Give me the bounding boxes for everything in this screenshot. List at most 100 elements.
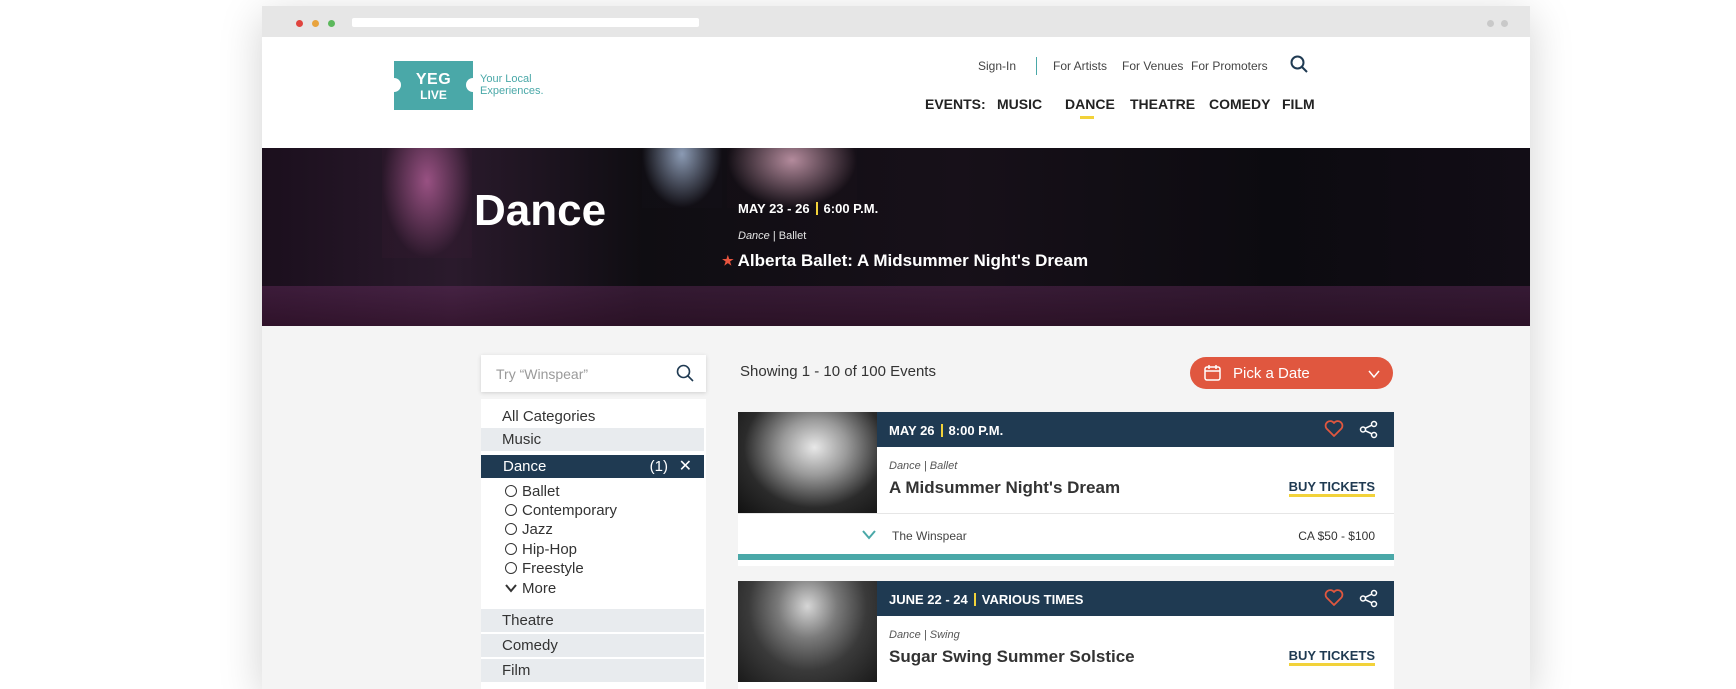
search-input[interactable]: Try “Winspear”	[496, 366, 588, 382]
search-icon[interactable]	[676, 364, 694, 387]
subcategory-jazz[interactable]: Jazz	[505, 521, 553, 539]
subcategory-label: Jazz	[522, 521, 553, 538]
category-dance[interactable]: Dance (1) ✕	[481, 455, 704, 478]
nav-active-indicator	[1080, 116, 1094, 119]
nav-theatre[interactable]: THEATRE	[1130, 96, 1195, 112]
hero-image-figure	[642, 148, 722, 208]
category-theatre[interactable]: Theatre	[481, 609, 704, 632]
maximize-window-dot[interactable]	[328, 20, 335, 27]
subcategory-label: Hip-Hop	[522, 541, 578, 558]
logo-text-yeg: YEG	[415, 71, 452, 88]
nav-events-label: EVENTS:	[925, 96, 986, 112]
radio-icon[interactable]	[505, 562, 517, 574]
category-dance-label: Dance	[503, 458, 547, 475]
logo-text-live: LIVE	[420, 88, 447, 102]
buy-tickets-button[interactable]: BUY TICKETS	[1288, 480, 1375, 497]
nav-comedy[interactable]: COMEDY	[1209, 96, 1270, 112]
for-artists-link[interactable]: For Artists	[1053, 59, 1107, 73]
header-search-icon[interactable]	[1290, 55, 1308, 78]
more-subcategories-toggle[interactable]: More	[505, 580, 556, 598]
subcategory-freestyle[interactable]: Freestyle	[505, 560, 584, 578]
category-filter: All Categories Music Dance (1) ✕ Ballet …	[481, 399, 706, 689]
clear-filter-icon[interactable]: ✕	[679, 455, 692, 478]
category-music[interactable]: Music	[481, 428, 704, 451]
event-venue: The Winspear	[892, 529, 967, 543]
featured-event-title-text: Alberta Ballet: A Midsummer Night's Drea…	[737, 251, 1089, 270]
nav-music[interactable]: MUSIC	[997, 96, 1042, 112]
featured-event-datetime: MAY 23 - 26 6:00 P.M.	[738, 201, 878, 216]
favorite-heart-icon[interactable]	[1324, 589, 1344, 610]
category-all[interactable]: All Categories	[481, 405, 704, 428]
share-icon[interactable]	[1359, 589, 1378, 611]
event-price: CA $50 - $100	[1298, 529, 1375, 543]
browser-menu-dot[interactable]	[1501, 20, 1508, 27]
event-time: VARIOUS TIMES	[981, 592, 1084, 607]
tagline-line: Experiences.	[480, 85, 544, 97]
close-window-dot[interactable]	[296, 20, 303, 27]
event-category: Dance | Ballet	[889, 460, 958, 472]
site-header: YEG LIVE Your Local Experiences. Sign-In…	[262, 37, 1530, 154]
hero-image-stage	[262, 286, 1530, 326]
event-image[interactable]	[738, 581, 877, 682]
hero-image-figure	[727, 148, 857, 208]
tagline-line: Your Local	[480, 73, 532, 85]
search-box[interactable]: Try “Winspear”	[481, 355, 706, 392]
address-bar[interactable]	[352, 18, 699, 27]
event-card-footer: The Winspear CA $50 - $100	[738, 513, 1394, 560]
event-card[interactable]: JUNE 22 - 24 VARIOUS TIMES Dance | Swing …	[738, 581, 1394, 689]
event-card[interactable]: MAY 26 8:00 P.M. Dance | Ballet A Midsumm…	[738, 412, 1394, 566]
buy-tickets-button[interactable]: BUY TICKETS	[1288, 649, 1375, 666]
results-summary: Showing 1 - 10 of 100 Events	[740, 363, 936, 380]
event-title[interactable]: Sugar Swing Summer Solstice	[889, 647, 1135, 667]
featured-event-category-sub: | Ballet	[772, 230, 807, 242]
event-datetime: JUNE 22 - 24 VARIOUS TIMES	[889, 592, 1083, 607]
event-time: 8:00 P.M.	[948, 423, 1004, 438]
category-dance-count: (1)	[649, 458, 668, 475]
radio-icon[interactable]	[505, 485, 517, 497]
featured-event-category: Dance | Ballet	[738, 230, 806, 242]
for-promoters-link[interactable]: For Promoters	[1191, 59, 1268, 73]
page-title: Dance	[474, 186, 607, 235]
site-tagline: Your Local Experiences.	[480, 73, 570, 97]
category-film[interactable]: Film	[481, 659, 704, 682]
event-date: JUNE 22 - 24	[889, 592, 968, 607]
nav-dance[interactable]: DANCE	[1065, 96, 1115, 112]
sign-in-link[interactable]: Sign-In	[978, 59, 1016, 73]
featured-event-category-main: Dance	[738, 230, 770, 242]
date-picker-label: Pick a Date	[1233, 365, 1310, 382]
subcategory-contemporary[interactable]: Contemporary	[505, 502, 617, 520]
event-date-bar: JUNE 22 - 24 VARIOUS TIMES	[877, 581, 1394, 616]
browser-window: YEG LIVE Your Local Experiences. Sign-In…	[262, 6, 1530, 689]
subcategory-label: Contemporary	[522, 502, 618, 519]
utility-nav-divider	[1036, 57, 1037, 75]
expand-chevron-icon[interactable]	[862, 527, 876, 545]
event-image[interactable]	[738, 412, 877, 513]
minimize-window-dot[interactable]	[312, 20, 319, 27]
event-date: MAY 26	[889, 423, 935, 438]
subcategory-ballet[interactable]: Ballet	[505, 483, 560, 501]
browser-menu-dot[interactable]	[1487, 20, 1494, 27]
more-label: More	[522, 580, 557, 597]
event-date-bar: MAY 26 8:00 P.M.	[877, 412, 1394, 447]
for-venues-link[interactable]: For Venues	[1122, 59, 1183, 73]
radio-icon[interactable]	[505, 504, 517, 516]
event-title[interactable]: A Midsummer Night's Dream	[889, 478, 1120, 498]
hero-image-figure	[382, 148, 472, 258]
event-datetime: MAY 26 8:00 P.M.	[889, 423, 1003, 438]
nav-film[interactable]: FILM	[1282, 96, 1315, 112]
site-logo[interactable]: YEG LIVE	[387, 61, 480, 110]
date-picker-button[interactable]: Pick a Date	[1190, 357, 1393, 389]
radio-icon[interactable]	[505, 523, 517, 535]
share-icon[interactable]	[1359, 420, 1378, 442]
subcategory-label: Freestyle	[522, 560, 584, 577]
hero-banner: Dance MAY 23 - 26 6:00 P.M. Dance | Balle…	[262, 148, 1530, 326]
chevron-down-icon	[505, 580, 517, 598]
featured-event-title[interactable]: ★ Alberta Ballet: A Midsummer Night's Dre…	[722, 251, 1088, 271]
category-comedy[interactable]: Comedy	[481, 634, 704, 657]
radio-icon[interactable]	[505, 543, 517, 555]
featured-event-time: 6:00 P.M.	[823, 201, 879, 216]
subcategory-hip-hop[interactable]: Hip-Hop	[505, 541, 577, 559]
favorite-heart-icon[interactable]	[1324, 420, 1344, 441]
chevron-down-icon	[1368, 366, 1380, 383]
event-category: Dance | Swing	[889, 629, 960, 641]
